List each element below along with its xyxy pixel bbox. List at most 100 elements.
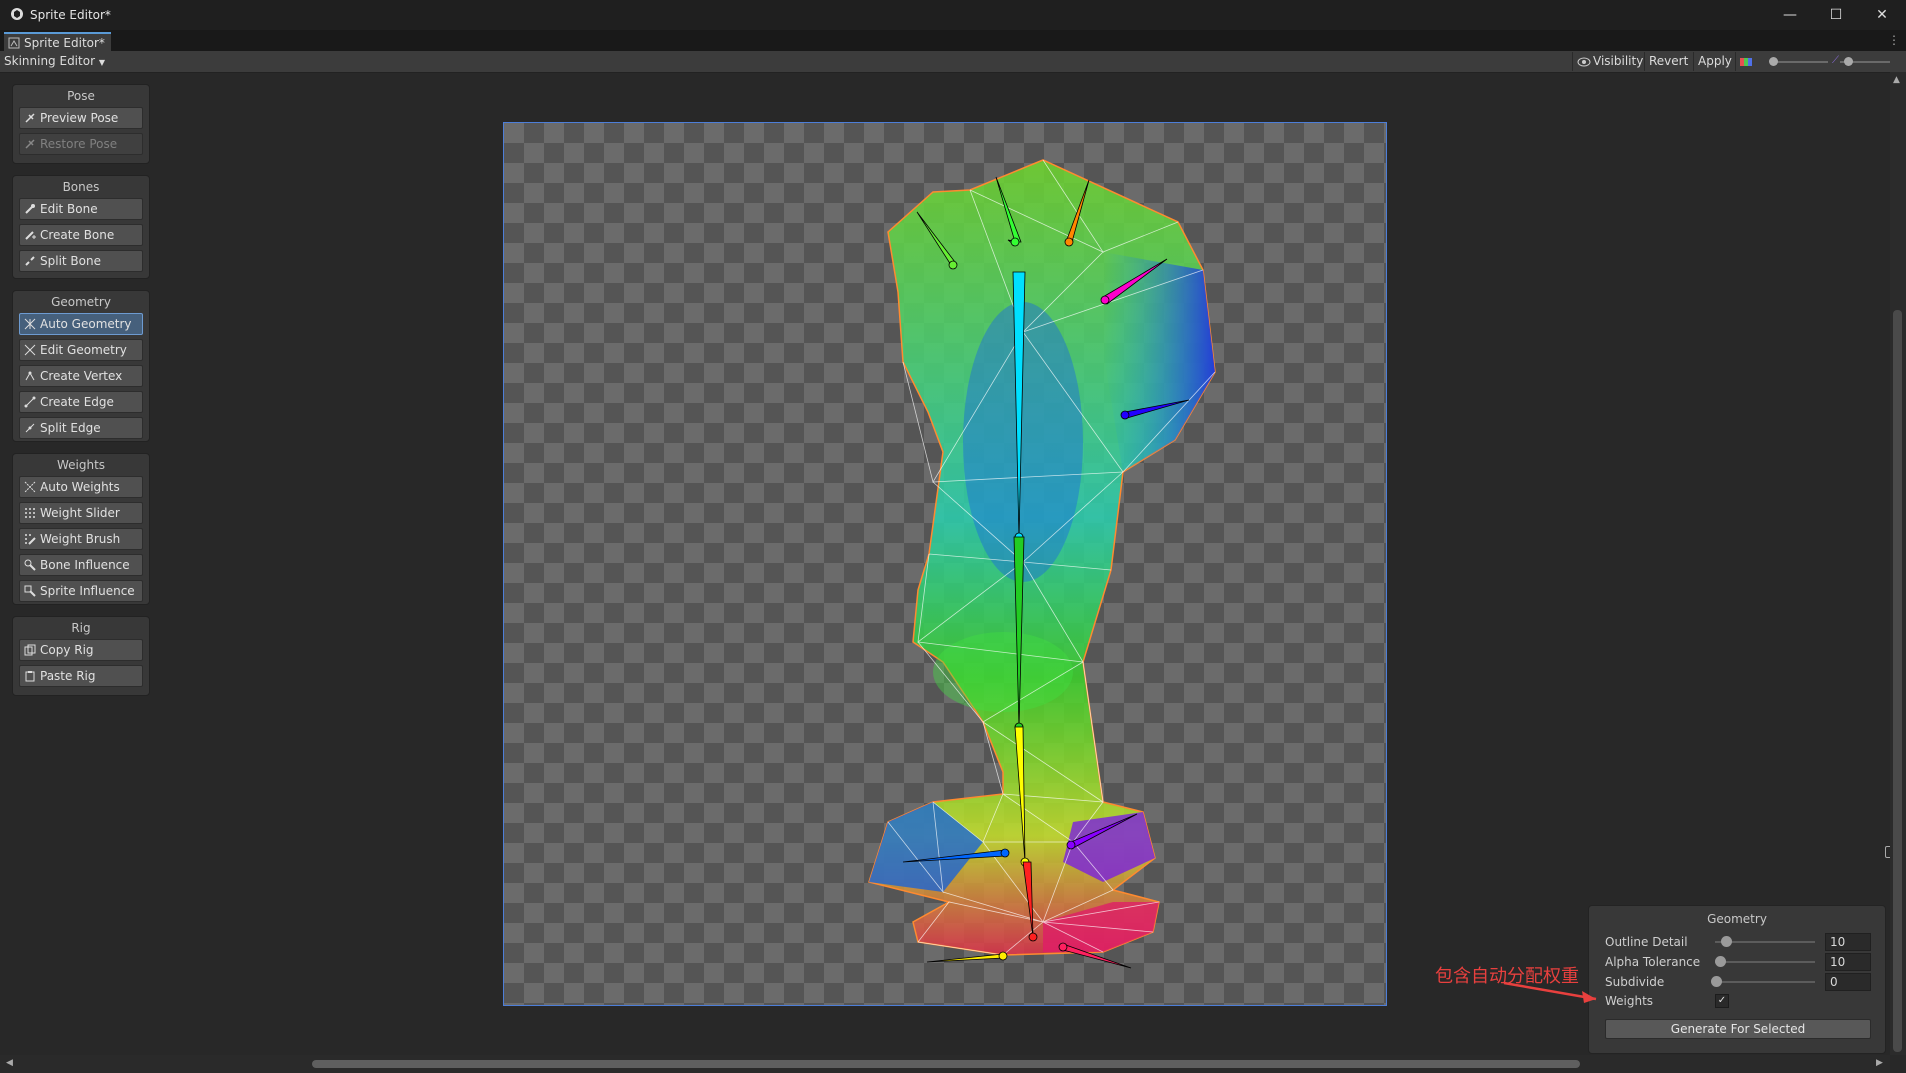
weights-checkbox[interactable]: ✓ xyxy=(1715,994,1729,1008)
bone-influence-button[interactable]: Bone Influence xyxy=(19,554,143,576)
create-bone-label: Create Bone xyxy=(40,228,115,242)
weight-brush-icon xyxy=(25,534,36,545)
copy-rig-button[interactable]: Copy Rig xyxy=(19,639,143,661)
edit-bone-label: Edit Bone xyxy=(40,202,98,216)
alpha-tolerance-knob[interactable] xyxy=(1715,956,1726,967)
alpha-tolerance-row: Alpha Tolerance 10 xyxy=(1605,953,1875,971)
pose-panel: Pose Preview Pose Restore Pose xyxy=(12,84,150,164)
split-bone-label: Split Bone xyxy=(40,254,101,268)
mode-dropdown[interactable]: Skinning Editor ▼ xyxy=(4,53,105,71)
geometry-inspector-title: Geometry xyxy=(1707,912,1767,926)
edit-geometry-label: Edit Geometry xyxy=(40,343,127,357)
scroll-up-icon[interactable]: ▲ xyxy=(1893,75,1900,85)
auto-geometry-icon xyxy=(24,318,36,330)
weight-slider-icon xyxy=(25,508,35,518)
revert-button[interactable]: Revert xyxy=(1644,52,1692,71)
opacity-slider[interactable] xyxy=(1769,57,1828,66)
pose-panel-title: Pose xyxy=(67,89,95,103)
split-edge-label: Split Edge xyxy=(40,421,101,435)
bone-opacity-slider-knob[interactable] xyxy=(1844,57,1853,66)
alpha-tolerance-label: Alpha Tolerance xyxy=(1605,955,1701,969)
auto-weights-button[interactable]: Auto Weights xyxy=(19,476,143,498)
bones-panel-title: Bones xyxy=(62,180,100,194)
unity-logo-icon xyxy=(11,8,23,20)
restore-pose-button[interactable]: Restore Pose xyxy=(19,133,143,155)
create-edge-label: Create Edge xyxy=(40,395,114,409)
edit-geometry-icon xyxy=(24,344,36,356)
subdivide-row: Subdivide 0 xyxy=(1605,973,1875,991)
annotation-arrow-icon xyxy=(1503,981,1597,1003)
weight-slider-button[interactable]: Weight Slider xyxy=(19,502,143,524)
restore-pose-label: Restore Pose xyxy=(40,137,118,151)
bone-opacity-icon: ⟋ xyxy=(1832,55,1839,66)
vertical-scrollbar-thumb[interactable] xyxy=(1893,310,1902,1052)
outline-detail-knob[interactable] xyxy=(1721,936,1732,947)
maximize-button[interactable]: ☐ xyxy=(1816,4,1856,26)
subdivide-slider[interactable] xyxy=(1711,976,1815,987)
sprite-influence-icon xyxy=(24,585,36,597)
rig-panel-title: Rig xyxy=(71,621,91,635)
outline-detail-field[interactable]: 10 xyxy=(1825,933,1871,951)
split-edge-button[interactable]: Split Edge xyxy=(19,417,143,439)
copy-rig-label: Copy Rig xyxy=(40,643,94,657)
opacity-slider-knob[interactable] xyxy=(1769,57,1778,66)
tab-sprite-editor[interactable]: Sprite Editor* xyxy=(4,32,111,53)
subdivide-knob[interactable] xyxy=(1711,976,1722,987)
create-bone-button[interactable]: Create Bone xyxy=(19,224,143,246)
geometry-inspector: Geometry Outline Detail 10 Alpha Toleran… xyxy=(1588,905,1886,1054)
create-vertex-button[interactable]: Create Vertex xyxy=(19,365,143,387)
split-edge-icon xyxy=(25,423,35,433)
sprite-editor-icon xyxy=(8,37,20,49)
create-vertex-icon xyxy=(25,371,35,381)
weight-brush-label: Weight Brush xyxy=(40,532,121,546)
mode-dropdown-label: Skinning Editor xyxy=(4,54,95,68)
auto-weights-label: Auto Weights xyxy=(40,480,120,494)
scroll-right-icon[interactable]: ▶ xyxy=(1876,1058,1883,1068)
split-bone-button[interactable]: Split Bone xyxy=(19,250,143,272)
horizontal-scrollbar-thumb[interactable] xyxy=(312,1060,1580,1068)
paste-rig-label: Paste Rig xyxy=(40,669,96,683)
apply-button[interactable]: Apply xyxy=(1693,52,1736,71)
visibility-button[interactable]: Visibility xyxy=(1572,52,1647,71)
weights-panel: Weights Auto Weights Weight Slider Weigh… xyxy=(12,453,150,605)
scroll-left-icon[interactable]: ◀ xyxy=(6,1058,13,1068)
weight-slider-label: Weight Slider xyxy=(40,506,120,520)
tab-label: Sprite Editor* xyxy=(24,36,105,50)
create-bone-icon xyxy=(25,231,36,240)
generate-for-selected-button[interactable]: Generate For Selected xyxy=(1605,1019,1871,1039)
paste-rig-icon xyxy=(25,671,35,682)
create-edge-button[interactable]: Create Edge xyxy=(19,391,143,413)
sprite-body xyxy=(868,159,1216,956)
eye-icon xyxy=(1577,57,1591,67)
restore-pose-icon xyxy=(25,139,35,149)
bone-influence-icon xyxy=(24,559,36,571)
color-icon xyxy=(1740,58,1752,66)
alpha-tolerance-field[interactable]: 10 xyxy=(1825,953,1871,971)
edit-geometry-button[interactable]: Edit Geometry xyxy=(19,339,143,361)
paste-rig-button[interactable]: Paste Rig xyxy=(19,665,143,687)
window-title-bar: Sprite Editor* — ☐ ✕ xyxy=(0,0,1906,30)
tab-strip xyxy=(0,30,1906,52)
weights-panel-title: Weights xyxy=(56,458,106,472)
auto-geometry-label: Auto Geometry xyxy=(40,317,132,331)
close-button[interactable]: ✕ xyxy=(1862,4,1902,26)
outline-detail-slider[interactable] xyxy=(1715,936,1815,947)
tab-menu-icon[interactable]: ⋮ xyxy=(1888,33,1900,47)
outline-detail-label: Outline Detail xyxy=(1605,935,1688,949)
edit-bone-icon xyxy=(25,204,35,214)
minimize-button[interactable]: — xyxy=(1770,4,1810,26)
copy-rig-icon xyxy=(24,644,36,656)
preview-pose-button[interactable]: Preview Pose xyxy=(19,107,143,129)
sprite-mesh-view[interactable] xyxy=(503,122,1387,1006)
color-toggle-button[interactable] xyxy=(1735,52,1760,71)
window-title: Sprite Editor* xyxy=(30,8,111,22)
bones-panel: Bones Edit Bone Create Bone Split Bone xyxy=(12,175,150,279)
subdivide-field[interactable]: 0 xyxy=(1825,973,1871,991)
alpha-tolerance-slider[interactable] xyxy=(1715,956,1815,967)
geometry-panel: Geometry Auto Geometry Edit Geometry Cre… xyxy=(12,290,150,442)
sprite-influence-button[interactable]: Sprite Influence xyxy=(19,580,143,602)
auto-geometry-button[interactable]: Auto Geometry xyxy=(19,313,143,335)
bone-opacity-slider[interactable] xyxy=(1840,57,1890,66)
edit-bone-button[interactable]: Edit Bone xyxy=(19,198,143,220)
weight-brush-button[interactable]: Weight Brush xyxy=(19,528,143,550)
